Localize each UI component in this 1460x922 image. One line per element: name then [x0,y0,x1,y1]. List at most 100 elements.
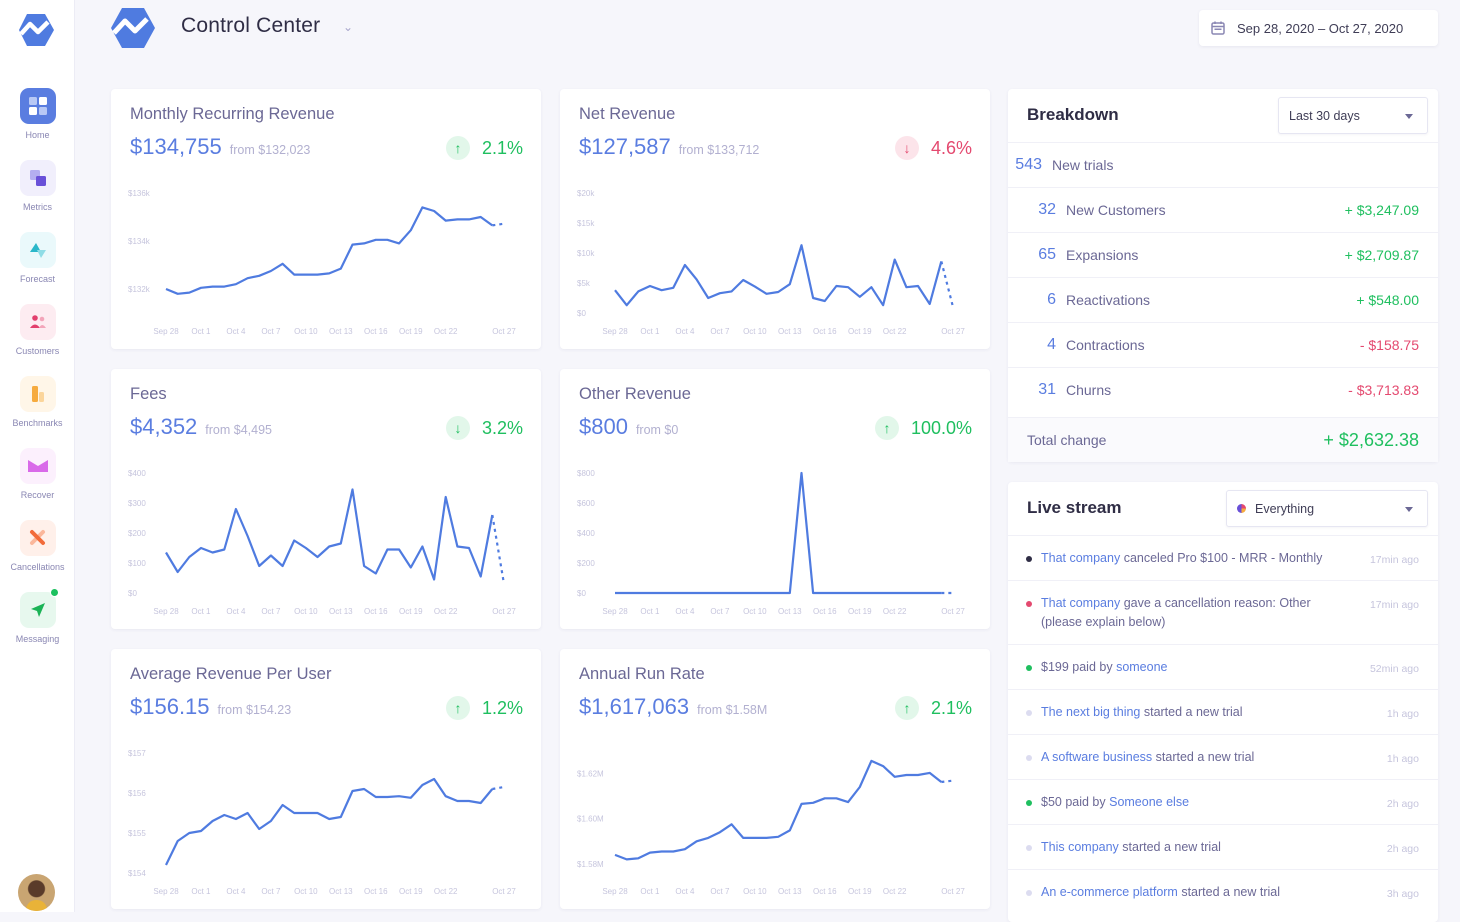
event-text: $199 paid by [1041,660,1117,674]
metric-value: $127,587 [579,134,671,159]
x-tick-label: Oct 27 [941,327,965,336]
x-tick-label: Oct 10 [294,607,318,616]
event-time: 52min ago [1369,663,1419,675]
x-tick-label: Oct 22 [883,887,907,896]
y-tick-label: $1.60M [577,815,604,824]
series-line [615,471,942,595]
metric-chart: $800 $600 $400 $200 $0 Sep 28 Oct 1 Oct 4 Oct 7 O… [577,469,965,616]
x-tick-label: Oct 22 [883,607,907,616]
stream-filter-select[interactable]: Everything [1226,490,1428,527]
header-logo-icon [111,8,155,48]
sidebar-item-forecast[interactable]: Forecast [0,232,75,284]
metric-chart: $400 $300 $200 $100 $0 Sep 28 Oct 1 Oct 4 Oct 7 O… [128,469,516,616]
sidebar-item-label: Customers [15,346,60,356]
stream-event: $199 paid by someone 52min ago [1008,644,1438,689]
arrow-down-icon: ↓ [894,136,919,160]
sidebar-item-customers[interactable]: Customers [0,304,75,356]
stream-event: An e-commerce platform started a new tri… [1008,869,1438,914]
status-dot [1026,845,1032,851]
metric-value: $800 [579,414,628,439]
sidebar-item-metrics[interactable]: Metrics [0,160,75,212]
sidebar-item-home[interactable]: Home [0,88,75,140]
metric-card[interactable]: Annual Run Rate $1,617,063 from $1.58M ↑ 2.1… [560,649,990,909]
event-link[interactable]: Someone else [1109,795,1189,809]
event-link[interactable]: This company [1041,840,1119,854]
x-tick-label: Oct 22 [434,887,458,896]
event-time: 17min ago [1369,599,1419,611]
x-tick-label: Oct 7 [261,887,281,896]
event-time: 2h ago [1386,798,1419,810]
y-tick-label: $800 [577,469,595,478]
period-select[interactable]: Last 30 days [1278,97,1428,134]
forecast-icon [19,232,56,268]
metric-card[interactable]: Average Revenue Per User $156.15 from $154… [111,649,541,909]
x-tick-label: Oct 13 [329,887,353,896]
metric-value-row: $4,352 from $4,495 [130,414,272,440]
breakdown-row[interactable]: 543 New trials [1008,142,1438,187]
x-tick-label: Oct 1 [191,327,211,336]
arrow-up-icon: ↑ [874,416,899,440]
x-tick-label: Oct 13 [778,887,802,896]
metric-previous: from $132,023 [229,143,311,157]
date-range-picker[interactable]: Sep 28, 2020 – Oct 27, 2020 [1199,10,1438,46]
breakdown-label: New trials [1052,157,1114,173]
metric-card[interactable]: Net Revenue $127,587 from $133,712 ↓ 4.6% $20… [560,89,990,349]
x-tick-label: Oct 22 [883,327,907,336]
sidebar-item-messaging[interactable]: Messaging [0,588,75,644]
status-dot [1026,710,1032,716]
x-tick-label: Oct 4 [226,887,246,896]
period-select-value: Last 30 days [1289,108,1360,123]
arrow-up-icon: ↑ [445,136,470,160]
x-tick-label: Oct 4 [675,607,695,616]
sidebar-item-recover[interactable]: Recover [0,448,75,500]
metric-card[interactable]: Other Revenue $800 from $0 ↑ 100.0% $800 $600 $… [560,369,990,629]
x-tick-label: Oct 16 [364,327,388,336]
stream-filter-value: Everything [1255,501,1315,516]
event-link[interactable]: A software business [1041,750,1152,764]
x-tick-label: Oct 1 [640,887,660,896]
caret-down-icon [1405,506,1413,512]
event-link[interactable]: That company [1041,596,1120,610]
sidebar-item-benchmarks[interactable]: Benchmarks [0,376,75,428]
breakdown-row[interactable]: 31 Churns - $3,713.83 [1008,367,1438,412]
metric-previous: from $0 [635,423,679,437]
home-grid-icon [19,88,56,124]
event-text: $50 paid by [1041,795,1110,809]
breakdown-amount: + $548.00 [1356,292,1419,308]
stream-event: This company started a new trial 2h ago [1008,824,1438,869]
event-link[interactable]: someone [1116,660,1167,674]
metric-change: ↑ 2.1% [894,696,972,720]
x-tick-label: Sep 28 [602,327,628,336]
live-stream-title: Live stream [1027,498,1122,517]
x-tick-label: Oct 10 [743,327,767,336]
breakdown-row[interactable]: 6 Reactivations + $548.00 [1008,277,1438,322]
breakdown-row[interactable]: 65 Expansions + $2,709.87 [1008,232,1438,277]
x-tick-label: Oct 1 [191,887,211,896]
metric-card[interactable]: Monthly Recurring Revenue $134,755 from $1… [111,89,541,349]
metric-card[interactable]: Fees $4,352 from $4,495 ↓ 3.2% $400 $300 $200 $1… [111,369,541,629]
x-tick-label: Oct 16 [364,887,388,896]
total-change-label: Total change [1027,432,1107,448]
event-text: canceled Pro $100 - MRR - Monthly [1120,551,1323,565]
event-link[interactable]: That company [1041,551,1120,565]
user-avatar[interactable] [18,874,55,911]
y-tick-label: $0 [128,589,137,598]
x-tick-label: Oct 7 [710,887,730,896]
event-link[interactable]: An e-commerce platform [1041,885,1178,899]
breakdown-label: Churns [1066,382,1112,398]
stream-event: A software business started a new trial 1… [1008,734,1438,779]
brand-logo-icon[interactable] [17,10,57,50]
event-link[interactable]: The next big thing [1041,705,1140,719]
y-tick-label: $5k [577,279,591,288]
sidebar-item-cancellations[interactable]: Cancellations [0,520,75,572]
metric-value-row: $127,587 from $133,712 [579,134,759,160]
breakdown-amount: - $158.75 [1359,337,1419,353]
x-tick-label: Oct 4 [226,327,246,336]
x-tick-label: Oct 16 [813,607,837,616]
breakdown-row[interactable]: 32 New Customers + $3,247.09 [1008,187,1438,232]
chevron-down-icon[interactable]: ⌄ [343,20,353,34]
breakdown-row[interactable]: 4 Contractions - $158.75 [1008,322,1438,367]
sidebar-item-label: Cancellations [10,562,65,572]
x-tick-label: Oct 7 [710,327,730,336]
x-tick-label: Oct 27 [492,887,516,896]
